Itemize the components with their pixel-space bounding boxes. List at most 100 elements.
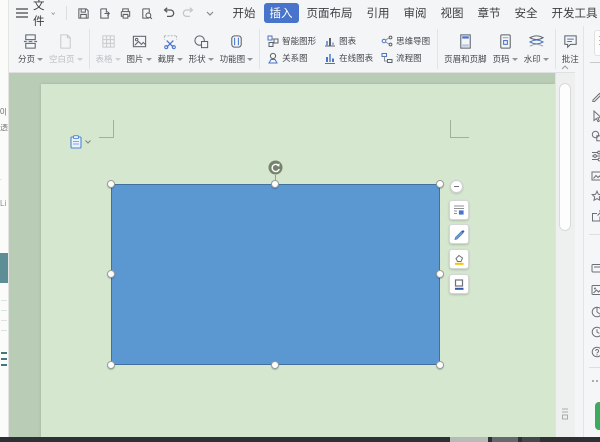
adjust-sliders-icon[interactable] [590,149,600,162]
tab-review[interactable]: 审阅 [398,3,433,23]
sliver-text: Li [0,200,8,208]
document-canvas[interactable] [8,73,575,437]
file-menu-button[interactable]: 文件 [33,0,56,29]
margin-corner-mark [99,120,114,138]
minus-icon [454,186,459,187]
layout-options-button[interactable] [449,200,469,220]
shapes-icon[interactable] [590,129,600,142]
tab-developer[interactable]: 开发工具 [546,3,600,23]
paste-options-button[interactable] [70,135,91,149]
relation-chart-button[interactable]: 关系图 [267,52,316,64]
page-number-button[interactable]: 页码 [490,33,521,65]
cursor-select-icon[interactable] [590,109,600,122]
edit-pencil-icon[interactable] [590,89,600,102]
resize-handle-top-left[interactable] [107,180,115,188]
resize-handle-bottom-right[interactable] [436,361,444,369]
picture-button[interactable]: 图片 [124,33,155,65]
file-menu-label: 文件 [33,0,47,29]
history-clock-icon[interactable] [590,325,600,338]
chart-button[interactable]: 图表 [324,35,373,47]
scroll-page-marks[interactable] [561,407,569,423]
smart-art-button[interactable]: 智能图形 [267,35,316,47]
function-diagram-button[interactable]: 功能图 [217,33,257,65]
rotate-handle[interactable] [268,160,283,175]
resize-handle-bottom-left[interactable] [107,361,115,369]
online-chart-label: 在线图表 [339,52,373,64]
sliver-text: 透 [0,124,8,132]
pencil-icon [453,228,465,240]
image-gallery-icon[interactable] [590,283,600,296]
floating-green-button[interactable] [595,402,600,430]
save-icon[interactable] [77,6,91,20]
tab-section[interactable]: 章节 [472,3,507,23]
tab-references[interactable]: 引用 [361,3,396,23]
selected-rectangle-shape[interactable] [111,184,440,365]
fill-color-button[interactable] [449,249,469,269]
resize-handle-top-center[interactable] [271,180,279,188]
scroll-up-icon[interactable] [561,65,569,70]
print-icon[interactable] [119,6,133,20]
hamburger-menu-icon[interactable] [16,8,28,18]
resize-handle-middle-left[interactable] [107,270,115,278]
sidebar-handle[interactable] [590,62,600,63]
more-dots-icon[interactable] [590,374,600,387]
table-button[interactable]: 表格 [93,33,124,65]
collapsed-pane-tab[interactable] [594,30,600,56]
header-footer-button[interactable]: 页眉和页脚 [441,33,490,65]
insert-picture-icon[interactable] [590,169,600,182]
chart-icon [324,35,336,47]
help-icon[interactable] [590,345,600,358]
pie-chart-icon[interactable] [590,305,600,318]
blank-page-button[interactable]: 空白页 [46,33,86,65]
mind-map-button[interactable]: 思维导图 [381,35,430,47]
resize-handle-top-right[interactable] [436,180,444,188]
sliver-text: 0| [0,108,8,116]
fill-color-icon [453,253,465,265]
smart-art-label: 智能图形 [282,35,316,47]
more-commands-icon[interactable] [203,6,217,20]
tab-home[interactable]: 开始 [227,3,262,23]
tab-page-layout[interactable]: 页面布局 [301,3,359,23]
outline-color-button[interactable] [449,274,469,294]
document-page[interactable] [41,84,555,437]
sliver-text: · [0,176,8,184]
sliver-line [1,320,7,321]
bottom-window-edge [0,437,600,442]
smart-art-icon [267,35,279,47]
sliver-dash [1,352,7,354]
function-diagram-icon [228,33,245,50]
edit-style-button[interactable] [449,224,469,244]
tab-view[interactable]: 视图 [435,3,470,23]
print-preview-icon[interactable] [140,6,154,20]
card-panel-icon[interactable] [590,261,600,274]
ribbon-group-pages: 分页 空白页 [12,29,90,69]
sliver-thumbnail [0,253,8,283]
watermark-button[interactable]: 水印 [521,33,552,65]
header-footer-label: 页眉和页脚 [444,53,487,65]
picture-label: 图片 [127,53,144,65]
screenshot-button[interactable]: 截屏 [155,33,186,65]
flow-chart-button[interactable]: 流程图 [381,52,430,64]
shapes-icon [193,33,210,50]
redo-icon[interactable] [182,6,196,20]
resize-handle-bottom-center[interactable] [271,361,279,369]
collapse-toolbar-button[interactable] [450,180,463,193]
shapes-button[interactable]: 形状 [186,33,217,65]
online-chart-button[interactable]: 在线图表 [324,52,373,64]
outline-color-icon [453,278,465,290]
export-pdf-icon[interactable] [98,6,112,20]
vertical-scrollbar[interactable] [555,73,575,437]
margin-corner-mark [450,120,469,138]
resize-handle-middle-right[interactable] [436,270,444,278]
tab-insert[interactable]: 插入 [264,3,299,23]
table-label: 表格 [96,53,113,65]
star-icon[interactable] [590,189,600,202]
undo-icon[interactable] [161,6,175,20]
page-break-button[interactable]: 分页 [15,33,46,65]
share-icon[interactable] [590,209,600,222]
comment-button[interactable]: 批注 [559,33,582,65]
ribbon-group-illustrations: 表格 图片 截屏 形状 功能图 [90,29,261,69]
function-diagram-label: 功能图 [220,53,246,65]
scrollbar-thumb[interactable] [559,83,571,231]
tab-security[interactable]: 安全 [509,3,544,23]
